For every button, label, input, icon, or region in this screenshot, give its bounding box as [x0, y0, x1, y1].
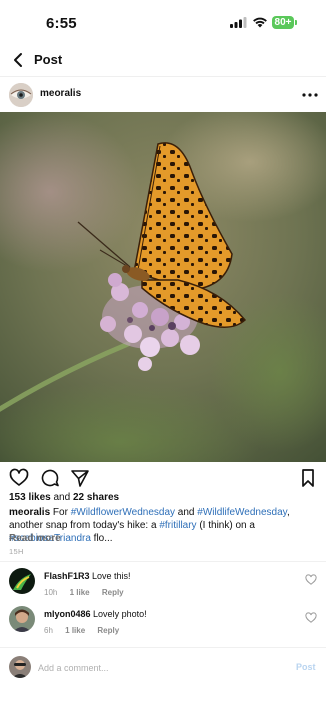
caption-text: flo...: [90, 533, 113, 544]
heart-icon[interactable]: [305, 612, 317, 624]
caption-text: (I think) on a: [196, 520, 255, 531]
avatar-eye-image: [9, 83, 33, 107]
comment-avatar[interactable]: [9, 606, 35, 632]
reply-button[interactable]: Reply: [97, 626, 119, 635]
bookmark-icon[interactable]: [298, 468, 318, 488]
comment-meta: 6h 1 like Reply: [44, 626, 129, 635]
current-user-avatar: [9, 656, 31, 678]
comment-time: 6h: [44, 626, 53, 635]
likes-shares-separator: and: [53, 492, 71, 503]
comment-text: Lovely photo!: [93, 609, 147, 619]
nav-bar: Post: [0, 44, 326, 77]
hashtag-link[interactable]: #WildflowerWednesday: [71, 507, 175, 518]
status-bar: 6:55 80+: [0, 0, 326, 44]
cellular-signal-icon: [230, 17, 247, 28]
read-more-link[interactable]: Read more: [9, 533, 61, 544]
avatar-image: [9, 656, 31, 678]
reply-button[interactable]: Reply: [102, 588, 124, 597]
post-timestamp: 15H: [9, 547, 24, 556]
comment-body: mlyon0486 Lovely photo!: [44, 609, 147, 619]
comment-item: FlashF1R3 Love this! 10h 1 like Reply: [0, 568, 326, 608]
comment-likes[interactable]: 1 like: [70, 588, 90, 597]
divider: [0, 647, 326, 648]
caption-text: For: [52, 507, 71, 518]
shares-count[interactable]: 22 shares: [73, 492, 119, 503]
status-time: 6:55: [46, 15, 77, 32]
comment-text: Love this!: [92, 571, 131, 581]
comment-body: FlashF1R3 Love this!: [44, 571, 131, 581]
page-title: Post: [34, 52, 63, 67]
share-icon[interactable]: [70, 468, 90, 488]
post-actions: [0, 468, 326, 490]
engagement-counts: 153 likes and 22 shares: [9, 492, 119, 503]
comment-username[interactable]: FlashF1R3: [44, 571, 90, 581]
likes-count[interactable]: 153 likes: [9, 492, 51, 503]
add-comment-input[interactable]: [36, 658, 280, 678]
comment-likes[interactable]: 1 like: [65, 626, 85, 635]
comment-username[interactable]: mlyon0486: [44, 609, 91, 619]
wifi-icon: [253, 17, 267, 28]
comment-meta: 10h 1 like Reply: [44, 588, 134, 597]
post-header: meoralis: [0, 78, 326, 112]
post-username[interactable]: meoralis: [40, 88, 81, 99]
caption-username[interactable]: meoralis: [9, 507, 50, 518]
hashtag-link[interactable]: #fritillary: [159, 520, 196, 531]
more-horizontal-icon[interactable]: [301, 88, 319, 102]
avatar-image: [9, 606, 35, 632]
comment-item: mlyon0486 Lovely photo! 6h 1 like Reply: [0, 606, 326, 646]
comment-avatar[interactable]: [9, 568, 35, 594]
avatar-image: [9, 568, 35, 594]
heart-icon[interactable]: [305, 574, 317, 586]
avatar[interactable]: [9, 83, 33, 107]
post-comment-button[interactable]: Post: [296, 662, 316, 672]
comment-icon[interactable]: [40, 468, 60, 488]
heart-icon[interactable]: [9, 468, 29, 488]
battery-tip: [295, 20, 297, 25]
hashtag-link[interactable]: #WildlifeWednesday: [197, 507, 287, 518]
comment-time: 10h: [44, 588, 58, 597]
chevron-left-icon[interactable]: [10, 51, 28, 69]
post-photo[interactable]: [0, 112, 326, 462]
butterfly-photo-image: [0, 112, 326, 462]
battery-indicator: 80+: [272, 16, 294, 29]
caption-text: and: [175, 507, 198, 518]
divider: [0, 561, 326, 562]
